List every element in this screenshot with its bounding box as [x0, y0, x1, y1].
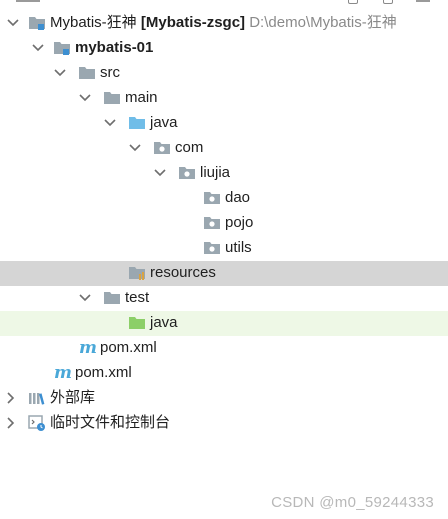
chevron-right-icon[interactable] [4, 416, 18, 430]
scratches-label: 临时文件和控制台 [50, 414, 171, 431]
tree-row-module-pom[interactable]: m pom.xml [0, 336, 448, 361]
tree-row-test[interactable]: test [0, 286, 448, 311]
package-label-com: com [175, 139, 204, 156]
package-icon [204, 192, 220, 204]
scratches-icon [28, 415, 45, 431]
folder-label-resources: resources [150, 264, 216, 281]
tree-row-pojo[interactable]: pojo [0, 211, 448, 236]
tree-row-dao[interactable]: dao [0, 186, 448, 211]
tree-row-utils[interactable]: utils [0, 236, 448, 261]
package-label-utils: utils [225, 239, 252, 256]
hide-icon[interactable] [416, 0, 430, 2]
chevron-right-icon[interactable] [4, 391, 18, 405]
package-icon [154, 142, 170, 154]
folder-icon [104, 92, 120, 104]
tree-row-resources[interactable]: resources [0, 261, 448, 286]
tree-row-root[interactable]: Mybatis-狂神 [Mybatis-zsgc] D:\demo\Mybati… [0, 11, 448, 36]
chevron-down-icon[interactable] [78, 91, 92, 105]
tree-row-com[interactable]: com [0, 136, 448, 161]
tree-row-liujia[interactable]: liujia [0, 161, 448, 186]
tree-row-java-main[interactable]: java [0, 111, 448, 136]
chevron-down-icon[interactable] [153, 166, 167, 180]
toolbar-strip [0, 0, 448, 6]
chevron-down-icon[interactable] [103, 116, 117, 130]
folder-label-main: main [125, 89, 158, 106]
tree-row-main[interactable]: main [0, 86, 448, 111]
maven-icon: m [54, 363, 72, 383]
chevron-down-icon[interactable] [31, 41, 45, 55]
folder-label-test: test [125, 289, 150, 306]
package-label-pojo: pojo [225, 214, 254, 231]
tree-row-module[interactable]: mybatis-01 [0, 36, 448, 61]
external-libraries-label: 外部库 [50, 389, 96, 406]
library-icon [29, 393, 45, 405]
toolbar-divider [16, 0, 40, 2]
module-label: mybatis-01 [75, 39, 154, 56]
chevron-down-icon[interactable] [128, 141, 142, 155]
tree-row-root-pom[interactable]: m pom.xml [0, 361, 448, 386]
chevron-down-icon[interactable] [6, 16, 20, 30]
package-label-liujia: liujia [200, 164, 231, 181]
settings-icon[interactable] [383, 0, 393, 4]
collapse-all-icon[interactable] [348, 0, 358, 4]
tree-row-external-libraries[interactable]: 外部库 [0, 386, 448, 411]
module-folder-icon [54, 42, 70, 55]
root-project-label: Mybatis-狂神 [Mybatis-zsgc] D:\demo\Mybati… [50, 14, 397, 31]
project-tree: Mybatis-狂神 [Mybatis-zsgc] D:\demo\Mybati… [0, 11, 448, 436]
package-label-dao: dao [225, 189, 251, 206]
chevron-down-icon[interactable] [78, 291, 92, 305]
tree-row-java-test[interactable]: java [0, 311, 448, 336]
package-icon [204, 217, 220, 229]
source-folder-icon [129, 117, 145, 129]
file-label-module-pom: pom.xml [100, 339, 157, 356]
folder-label-src: src [100, 64, 120, 81]
chevron-down-icon[interactable] [53, 66, 67, 80]
tree-row-scratches[interactable]: 临时文件和控制台 [0, 411, 448, 436]
folder-icon [79, 67, 95, 79]
file-label-root-pom: pom.xml [75, 364, 132, 381]
folder-icon [104, 292, 120, 304]
test-folder-icon [129, 317, 145, 329]
maven-icon: m [79, 338, 97, 358]
tree-row-src[interactable]: src [0, 61, 448, 86]
resources-folder-icon [129, 267, 145, 280]
watermark: CSDN @m0_59244333 [271, 494, 434, 511]
package-icon [204, 242, 220, 254]
folder-label-java-main: java [150, 114, 178, 131]
module-folder-icon [29, 17, 45, 30]
package-icon [179, 167, 195, 179]
folder-label-java-test: java [150, 314, 178, 331]
